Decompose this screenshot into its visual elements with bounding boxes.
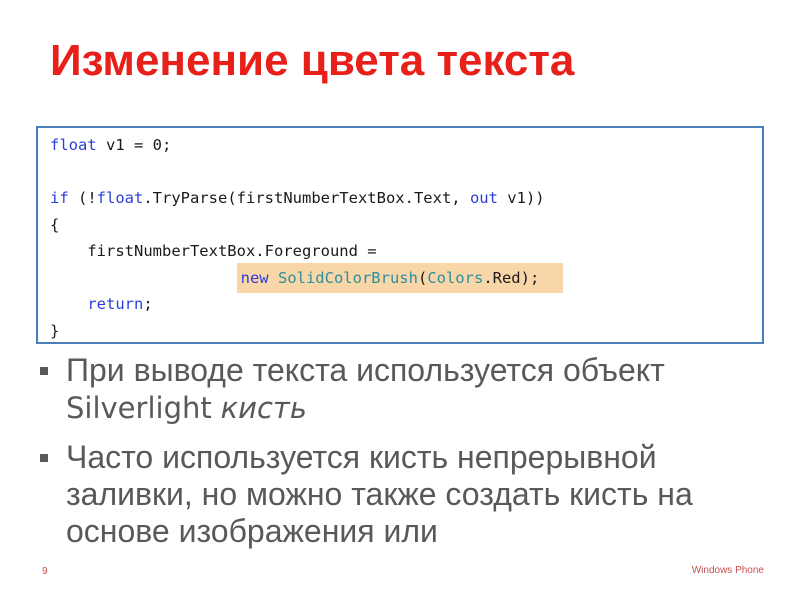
- code-text-segment: ;: [143, 295, 153, 313]
- code-keyword: if: [50, 189, 69, 207]
- page-number: 9: [42, 566, 48, 577]
- bullet-text: Часто используется кисть непрерывной зал…: [66, 439, 693, 549]
- code-text-segment: .TryParse(firstNumberTextBox.Text,: [143, 189, 470, 207]
- bullet-list: При выводе текста используется объект Si…: [40, 352, 780, 562]
- slide-title: Изменение цвета текста: [50, 36, 575, 85]
- bullet-term: Silverlight: [66, 391, 212, 425]
- footer-brand: Windows Phone: [691, 565, 764, 576]
- code-text: float v1 = 0; if (!float.TryParse(firstN…: [50, 132, 564, 344]
- code-keyword: float: [50, 136, 97, 154]
- bullet-item: При выводе текста используется объект Si…: [40, 352, 780, 427]
- code-keyword: float: [96, 189, 144, 207]
- code-text-segment: firstNumberTextBox.Foreground =: [50, 242, 377, 260]
- code-text-segment: (!: [68, 189, 97, 207]
- code-text-segment: v1)): [497, 189, 545, 207]
- code-keyword: return: [87, 295, 144, 313]
- code-type: SolidColorBrush: [277, 268, 418, 287]
- bullet-emphasis: кисть: [220, 391, 307, 425]
- code-type: Colors: [427, 268, 484, 287]
- code-text-segment: }: [50, 321, 60, 340]
- bullet-marker: [40, 454, 48, 462]
- code-text-segment: (: [417, 268, 428, 287]
- code-keyword: new: [240, 268, 269, 287]
- code-text-segment: [269, 269, 278, 287]
- bullet-text: При выводе текста используется объект: [66, 352, 665, 388]
- code-text-segment: v1 = 0;: [96, 136, 172, 154]
- bullet-marker: [40, 367, 48, 375]
- code-highlight: new SolidColorBrush(Colors.Red);: [236, 262, 564, 293]
- bullet-item: Часто используется кисть непрерывной зал…: [40, 439, 780, 550]
- code-block: float v1 = 0; if (!float.TryParse(firstN…: [36, 126, 764, 344]
- bullet-text: [212, 389, 221, 425]
- code-text-segment: {: [50, 215, 60, 234]
- code-text-segment: .Red);: [483, 268, 540, 287]
- code-keyword: out: [469, 189, 498, 207]
